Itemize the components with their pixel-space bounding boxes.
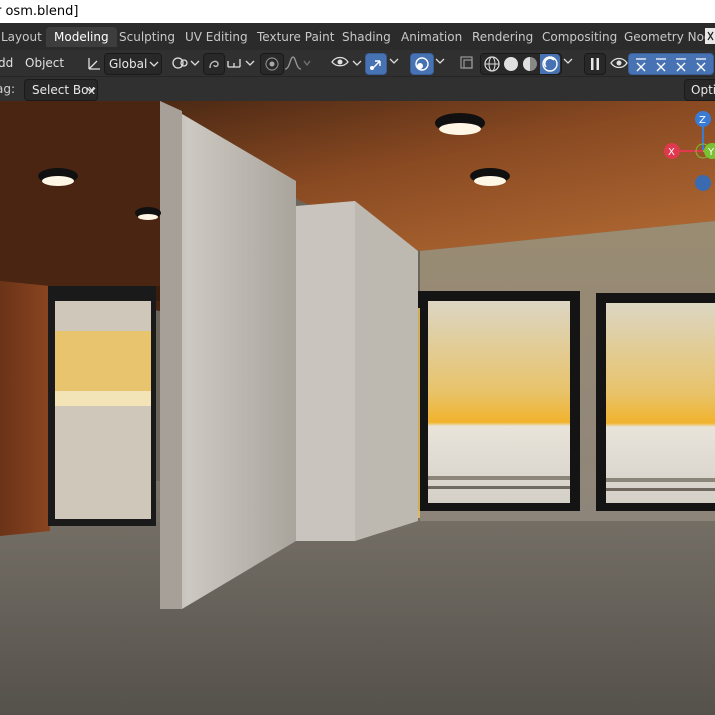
render-toggle-icon[interactable] bbox=[673, 56, 689, 72]
wireframe-shading-icon[interactable] bbox=[483, 55, 501, 73]
snap-icon bbox=[209, 60, 219, 69]
window-2-view bbox=[606, 303, 715, 503]
pause-render-button[interactable] bbox=[584, 53, 606, 75]
gizmo-z-label: Z bbox=[699, 115, 706, 126]
orientation-dropdown[interactable]: Global bbox=[104, 53, 162, 75]
tab-shading[interactable]: Shading bbox=[334, 27, 399, 47]
shading-mode-group bbox=[480, 53, 562, 75]
gizmo-y-label: Y bbox=[707, 147, 715, 158]
tab-compositing[interactable]: Compositing bbox=[534, 27, 625, 47]
tab-sculpting[interactable]: Sculpting bbox=[111, 27, 183, 47]
visibility-icon[interactable] bbox=[330, 54, 362, 72]
solid-shading-icon[interactable] bbox=[502, 55, 520, 73]
pivot-icon[interactable] bbox=[170, 54, 200, 72]
transform-orientation-icon[interactable] bbox=[86, 55, 102, 71]
overlay-toggle[interactable] bbox=[410, 53, 434, 75]
navigation-gizmo[interactable]: Z X Y bbox=[658, 109, 715, 199]
tool-settings-header: ag: Select Box Optic bbox=[0, 77, 715, 101]
tab-layout[interactable]: Layout bbox=[0, 27, 50, 47]
window-title: r osm.blend] bbox=[0, 4, 79, 19]
overlay-dropdown-chevron-icon[interactable] bbox=[434, 57, 446, 67]
options-dropdown[interactable]: Optic bbox=[684, 79, 715, 101]
eye-icon[interactable] bbox=[609, 54, 629, 72]
xray-icon[interactable] bbox=[459, 55, 475, 71]
left-ceiling bbox=[0, 101, 160, 311]
selectable-toggle-icon[interactable] bbox=[633, 56, 649, 72]
orientation-value: Global bbox=[109, 57, 148, 71]
snap-target-icon[interactable] bbox=[226, 55, 256, 71]
snap-toggle[interactable] bbox=[203, 53, 225, 75]
rendered-scene bbox=[0, 101, 715, 715]
gizmo-neg-z-axis[interactable] bbox=[695, 175, 711, 191]
workspace-tabs: Layout Modeling Sculpting UV Editing Tex… bbox=[0, 23, 715, 50]
gizmo-x-label: X bbox=[668, 147, 675, 158]
middle-pillar-right bbox=[355, 201, 418, 541]
3d-viewport[interactable]: Z X Y bbox=[0, 101, 715, 715]
select-mode-dropdown[interactable]: Select Box bbox=[24, 79, 98, 101]
object-menu[interactable]: Object bbox=[25, 53, 64, 73]
tab-rendering[interactable]: Rendering bbox=[464, 27, 541, 47]
gizmo-icon bbox=[370, 60, 381, 70]
viewport-toggle-icon[interactable] bbox=[653, 56, 669, 72]
tab-texture-paint[interactable]: Texture Paint bbox=[249, 27, 342, 47]
proportional-edit-icon bbox=[265, 57, 279, 71]
middle-pillar-left bbox=[296, 201, 355, 541]
falloff-icon[interactable] bbox=[284, 55, 312, 71]
rendered-shading-icon[interactable] bbox=[541, 55, 559, 73]
collection-toggles bbox=[628, 53, 714, 75]
gizmo-dropdown-chevron-icon[interactable] bbox=[388, 57, 400, 67]
chevron-down-icon bbox=[149, 61, 159, 67]
gizmo-toggle[interactable] bbox=[365, 53, 387, 75]
viewport-header: dd Object Global bbox=[0, 50, 715, 77]
shading-dropdown-chevron-icon[interactable] bbox=[562, 57, 574, 67]
overlay-icon bbox=[415, 57, 429, 71]
chevron-down-icon bbox=[86, 87, 96, 93]
tab-animation[interactable]: Animation bbox=[393, 27, 470, 47]
pause-icon bbox=[591, 58, 599, 70]
window-title-bar: r osm.blend] bbox=[0, 0, 715, 23]
tab-modeling[interactable]: Modeling bbox=[46, 27, 117, 47]
workspace-add-icon[interactable] bbox=[705, 26, 715, 46]
tab-uv-editing[interactable]: UV Editing bbox=[177, 27, 256, 47]
proportional-edit-toggle[interactable] bbox=[260, 53, 284, 75]
add-menu[interactable]: dd bbox=[0, 53, 13, 73]
material-shading-icon[interactable] bbox=[521, 55, 539, 73]
holdout-toggle-icon[interactable] bbox=[693, 56, 709, 72]
window-1-view bbox=[428, 301, 570, 503]
left-wood-wall bbox=[0, 281, 50, 536]
tab-geometry-nodes[interactable]: Geometry Nod bbox=[616, 27, 715, 47]
drag-label: ag: bbox=[0, 82, 16, 96]
options-label: Optic bbox=[691, 83, 715, 97]
